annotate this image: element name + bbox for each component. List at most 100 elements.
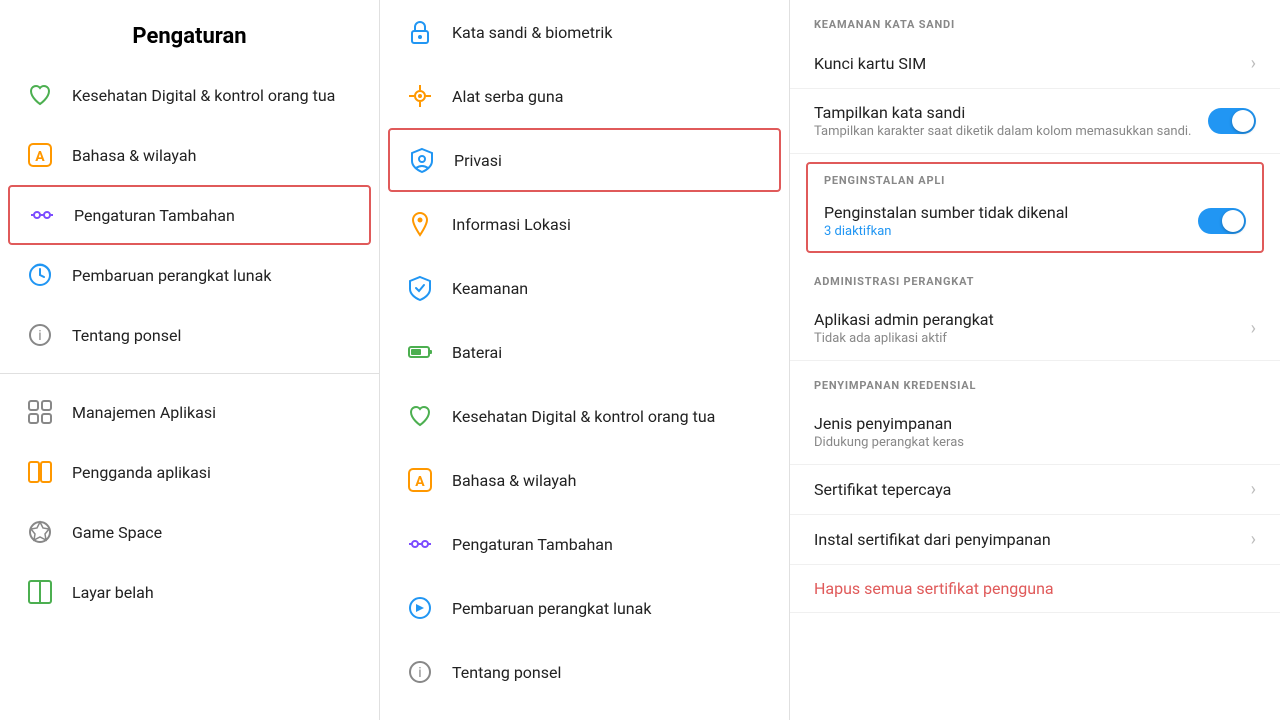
tampilkan-sandi-sub: Tampilkan karakter saat diketik dalam ko… xyxy=(814,124,1208,139)
admin-app-sub: Tidak ada aplikasi aktif xyxy=(814,331,1243,346)
sidebar-item-pengaturan-tambahan-label: Pengaturan Tambahan xyxy=(74,206,235,225)
install-unknown-sub: 3 diaktifkan xyxy=(824,224,1198,239)
mid-item-kesehatan2-label: Kesehatan Digital & kontrol orang tua xyxy=(452,407,715,426)
sidebar-item-gamespace-label: Game Space xyxy=(72,523,162,542)
chevron-icon: › xyxy=(1251,53,1256,74)
sidebar-item-bahasa-label: Bahasa & wilayah xyxy=(72,146,196,165)
mid-item-privasi[interactable]: Privasi xyxy=(388,128,781,192)
battery-icon xyxy=(404,336,436,368)
split-icon xyxy=(24,576,56,608)
sidebar-item-pengganda[interactable]: Pengganda aplikasi xyxy=(0,442,379,502)
sidebar-item-pengaturan-tambahan[interactable]: Pengaturan Tambahan xyxy=(8,185,371,245)
sidebar-item-pengganda-label: Pengganda aplikasi xyxy=(72,463,211,482)
settings-extra2-icon xyxy=(404,528,436,560)
dual-icon xyxy=(24,456,56,488)
right-item-hapus-sertifikat[interactable]: Hapus semua sertifikat pengguna xyxy=(790,565,1280,613)
tampilkan-sandi-title: Tampilkan kata sandi xyxy=(814,103,1208,122)
mid-item-pengtambahan2[interactable]: Pengaturan Tambahan xyxy=(380,512,789,576)
svg-text:A: A xyxy=(415,474,425,490)
tampilkan-sandi-toggle[interactable] xyxy=(1208,108,1256,134)
chevron-icon-instal: › xyxy=(1251,529,1256,550)
update2-icon xyxy=(404,592,436,624)
sidebar-item-gamespace[interactable]: Game Space xyxy=(0,502,379,562)
mid-item-kesehatan2[interactable]: Kesehatan Digital & kontrol orang tua xyxy=(380,384,789,448)
sidebar-item-bahasa[interactable]: A Bahasa & wilayah xyxy=(0,125,379,185)
mid-item-lokasi-label: Informasi Lokasi xyxy=(452,215,571,234)
mid-item-katasandi-label: Kata sandi & biometrik xyxy=(452,23,612,42)
sidebar-item-pembaruan-label: Pembaruan perangkat lunak xyxy=(72,266,271,285)
kunci-sim-title: Kunci kartu SIM xyxy=(814,54,1243,73)
section-header-penginstalan: PENGINSTALAN APLI xyxy=(808,164,1262,191)
right-item-sertifikat-tepercaya[interactable]: Sertifikat tepercaya › xyxy=(790,465,1280,515)
sidebar-item-layarbelah[interactable]: Layar belah xyxy=(0,562,379,622)
mid-item-pengtambahan2-label: Pengaturan Tambahan xyxy=(452,535,613,554)
svg-text:i: i xyxy=(38,328,41,344)
svg-text:A: A xyxy=(35,149,45,165)
mid-item-katasandi[interactable]: Kata sandi & biometrik xyxy=(380,0,789,64)
apps-icon xyxy=(24,396,56,428)
right-item-jenis-penyimpanan[interactable]: Jenis penyimpanan Didukung perangkat ker… xyxy=(790,400,1280,465)
right-panel: KEAMANAN KATA SANDI Kunci kartu SIM › Ta… xyxy=(790,0,1280,720)
admin-app-title: Aplikasi admin perangkat xyxy=(814,310,1243,329)
install-unknown-toggle[interactable] xyxy=(1198,208,1246,234)
mid-item-pembaruan2-label: Pembaruan perangkat lunak xyxy=(452,599,651,618)
mid-item-bahasa2-label: Bahasa & wilayah xyxy=(452,471,576,490)
mid-item-baterai[interactable]: Baterai xyxy=(380,320,789,384)
mid-item-privasi-label: Privasi xyxy=(454,151,502,170)
section-box-penginstalan: PENGINSTALAN APLI Penginstalan sumber ti… xyxy=(806,162,1264,253)
sidebar-item-tentang[interactable]: i Tentang ponsel xyxy=(0,305,379,365)
page-title: Pengaturan xyxy=(0,0,379,65)
mid-item-bahasa2[interactable]: A Bahasa & wilayah xyxy=(380,448,789,512)
mid-item-tentang2-label: Tentang ponsel xyxy=(452,663,561,682)
chevron-icon-admin: › xyxy=(1251,318,1256,339)
hapus-sertifikat-title: Hapus semua sertifikat pengguna xyxy=(814,579,1256,598)
heart2-icon xyxy=(404,400,436,432)
right-item-admin-app[interactable]: Aplikasi admin perangkat Tidak ada aplik… xyxy=(790,296,1280,361)
divider-1 xyxy=(0,373,379,374)
mid-item-baterai-label: Baterai xyxy=(452,343,502,362)
info2-icon: i xyxy=(404,656,436,688)
svg-text:i: i xyxy=(418,665,421,681)
mid-item-tentang2[interactable]: i Tentang ponsel xyxy=(380,640,789,704)
game-icon xyxy=(24,516,56,548)
mid-item-lokasi[interactable]: Informasi Lokasi xyxy=(380,192,789,256)
chevron-icon-sertifikat: › xyxy=(1251,479,1256,500)
left-panel: Pengaturan Kesehatan Digital & kontrol o… xyxy=(0,0,380,720)
sidebar-item-kesehatan[interactable]: Kesehatan Digital & kontrol orang tua xyxy=(0,65,379,125)
right-item-tampilkan-sandi[interactable]: Tampilkan kata sandi Tampilkan karakter … xyxy=(790,89,1280,154)
sidebar-item-layarbelah-label: Layar belah xyxy=(72,583,154,602)
heart-icon xyxy=(24,79,56,111)
sidebar-item-pembaruan[interactable]: Pembaruan perangkat lunak xyxy=(0,245,379,305)
mid-item-pembaruan2[interactable]: Pembaruan perangkat lunak xyxy=(380,576,789,640)
sidebar-item-manajemen[interactable]: Manajemen Aplikasi xyxy=(0,382,379,442)
shield-icon xyxy=(404,272,436,304)
sertifikat-tepercaya-title: Sertifikat tepercaya xyxy=(814,480,1243,499)
mid-item-alat[interactable]: Alat serba guna xyxy=(380,64,789,128)
mid-item-alat-label: Alat serba guna xyxy=(452,87,563,106)
section-header-administrasi: ADMINISTRASI PERANGKAT xyxy=(790,257,1280,296)
section-header-penyimpanan: PENYIMPANAN KREDENSIAL xyxy=(790,361,1280,400)
install-unknown-title: Penginstalan sumber tidak dikenal xyxy=(824,203,1198,222)
mid-item-keamanan-label: Keamanan xyxy=(452,279,528,298)
settings-extra-icon xyxy=(26,199,58,231)
update-icon xyxy=(24,259,56,291)
alpha-a2-icon: A xyxy=(404,464,436,496)
jenis-penyimpanan-title: Jenis penyimpanan xyxy=(814,414,1256,433)
mid-item-keamanan[interactable]: Keamanan xyxy=(380,256,789,320)
sidebar-item-manajemen-label: Manajemen Aplikasi xyxy=(72,403,216,422)
multitool-icon xyxy=(404,80,436,112)
privacy-icon xyxy=(406,144,438,176)
right-item-instal-sertifikat[interactable]: Instal sertifikat dari penyimpanan › xyxy=(790,515,1280,565)
right-item-install-unknown[interactable]: Penginstalan sumber tidak dikenal 3 diak… xyxy=(808,191,1262,251)
lock-icon xyxy=(404,16,436,48)
info-icon: i xyxy=(24,319,56,351)
alpha-a-icon: A xyxy=(24,139,56,171)
sidebar-item-tentang-label: Tentang ponsel xyxy=(72,326,181,345)
right-item-kunci-sim[interactable]: Kunci kartu SIM › xyxy=(790,39,1280,89)
jenis-penyimpanan-sub: Didukung perangkat keras xyxy=(814,435,1256,450)
toggle-knob xyxy=(1232,110,1254,132)
toggle-knob-install xyxy=(1222,210,1244,232)
mid-panel: Kata sandi & biometrik Alat serba guna P… xyxy=(380,0,790,720)
sidebar-item-kesehatan-label: Kesehatan Digital & kontrol orang tua xyxy=(72,86,335,105)
section-header-keamanan-kata-sandi: KEAMANAN KATA SANDI xyxy=(790,0,1280,39)
